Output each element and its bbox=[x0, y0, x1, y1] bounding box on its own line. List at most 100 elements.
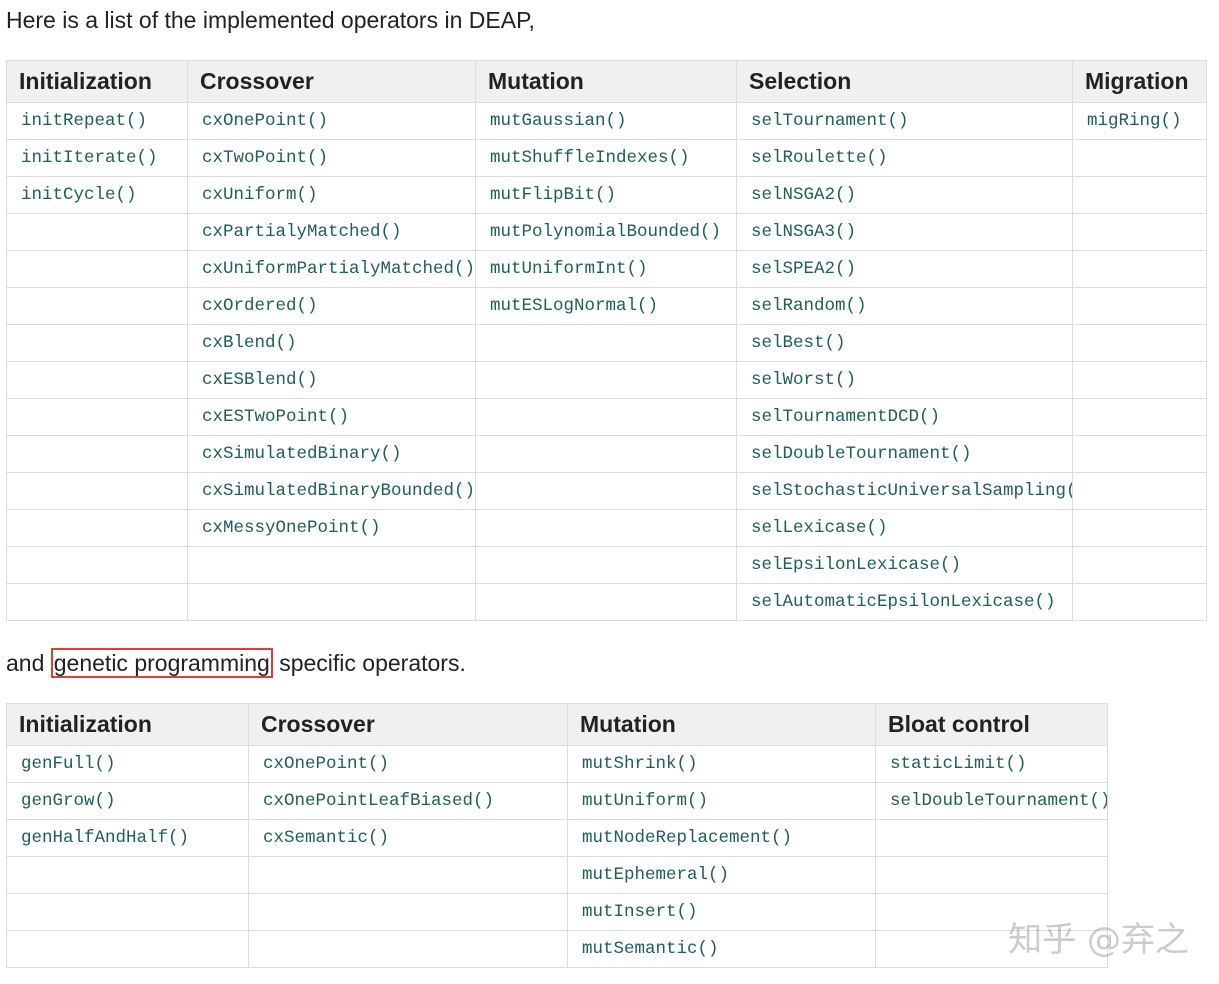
table-row: initRepeat() cxOnePoint() mutGaussian() sel… bbox=[6, 102, 1207, 140]
empty-cell bbox=[1072, 213, 1207, 251]
column-header-bloat-control: Bloat control bbox=[875, 703, 1108, 746]
operator-function-link[interactable]: selAutomaticEpsilonLexicase() bbox=[736, 583, 1073, 621]
empty-cell bbox=[187, 546, 476, 584]
empty-cell bbox=[1072, 287, 1207, 325]
table-row: genHalfAndHalf() cxSemantic() mutNodeRepla… bbox=[6, 819, 1108, 857]
table-row: selEpsilonLexicase() bbox=[6, 546, 1207, 584]
operator-function-link[interactable]: mutPolynomialBounded() bbox=[475, 213, 737, 251]
operator-function-link[interactable]: cxTwoPoint() bbox=[187, 139, 476, 177]
column-header-selection: Selection bbox=[736, 60, 1073, 103]
table-header-row: Initialization Crossover Mutation Select… bbox=[6, 60, 1207, 103]
gp-paragraph: and genetic programming specific operato… bbox=[6, 648, 466, 678]
empty-cell bbox=[248, 856, 568, 894]
operator-function-link[interactable]: cxESBlend() bbox=[187, 361, 476, 399]
empty-cell bbox=[6, 287, 188, 325]
operator-function-link[interactable]: selRandom() bbox=[736, 287, 1073, 325]
operator-function-link[interactable]: initRepeat() bbox=[6, 102, 188, 140]
operator-function-link[interactable]: cxSimulatedBinary() bbox=[187, 435, 476, 473]
operator-function-link[interactable]: mutInsert() bbox=[567, 893, 876, 931]
operator-function-link[interactable]: mutSemantic() bbox=[567, 930, 876, 968]
operator-function-link[interactable]: selStochasticUniversalSampling() bbox=[736, 472, 1073, 510]
operator-function-link[interactable]: selBest() bbox=[736, 324, 1073, 362]
table-row: mutInsert() bbox=[6, 893, 1108, 931]
table-row: genFull() cxOnePoint() mutShrink() staticLi… bbox=[6, 745, 1108, 783]
operator-function-link[interactable]: selNSGA2() bbox=[736, 176, 1073, 214]
operator-function-link[interactable]: selDoubleTournament() bbox=[875, 782, 1108, 820]
operator-function-link[interactable]: mutESLogNormal() bbox=[475, 287, 737, 325]
operator-function-link[interactable]: mutShrink() bbox=[567, 745, 876, 783]
empty-cell bbox=[475, 472, 737, 510]
operator-function-link[interactable]: selEpsilonLexicase() bbox=[736, 546, 1073, 584]
empty-cell bbox=[1072, 361, 1207, 399]
operator-function-link[interactable]: selTournament() bbox=[736, 102, 1073, 140]
operator-function-link[interactable]: selRoulette() bbox=[736, 139, 1073, 177]
operator-function-link[interactable]: cxSimulatedBinaryBounded() bbox=[187, 472, 476, 510]
column-header-migration: Migration bbox=[1072, 60, 1207, 103]
operator-function-link[interactable]: selNSGA3() bbox=[736, 213, 1073, 251]
operator-function-link[interactable]: cxESTwoPoint() bbox=[187, 398, 476, 436]
operator-function-link[interactable]: cxUniform() bbox=[187, 176, 476, 214]
operator-function-link[interactable]: mutFlipBit() bbox=[475, 176, 737, 214]
operator-function-link[interactable]: cxPartialyMatched() bbox=[187, 213, 476, 251]
operator-function-link[interactable]: genFull() bbox=[6, 745, 249, 783]
operator-function-link[interactable]: mutUniformInt() bbox=[475, 250, 737, 288]
empty-cell bbox=[875, 819, 1108, 857]
operator-function-link[interactable]: cxMessyOnePoint() bbox=[187, 509, 476, 547]
table-row: cxSimulatedBinary() selDoubleTournament() bbox=[6, 435, 1207, 473]
operator-function-link[interactable]: selLexicase() bbox=[736, 509, 1073, 547]
intro-paragraph: Here is a list of the implemented operat… bbox=[6, 7, 535, 33]
empty-cell bbox=[187, 583, 476, 621]
operator-function-link[interactable]: initCycle() bbox=[6, 176, 188, 214]
table-row: selAutomaticEpsilonLexicase() bbox=[6, 583, 1207, 621]
operator-function-link[interactable]: genHalfAndHalf() bbox=[6, 819, 249, 857]
empty-cell bbox=[475, 324, 737, 362]
table-header-row: Initialization Crossover Mutation Bloat … bbox=[6, 703, 1108, 746]
operator-function-link[interactable]: cxSemantic() bbox=[248, 819, 568, 857]
operator-function-link[interactable]: cxOrdered() bbox=[187, 287, 476, 325]
operator-function-link[interactable]: cxUniformPartialyMatched() bbox=[187, 250, 476, 288]
empty-cell bbox=[6, 546, 188, 584]
table-row: initIterate() cxTwoPoint() mutShuffleIndex… bbox=[6, 139, 1207, 177]
table-row: cxSimulatedBinaryBounded() selStochasticU… bbox=[6, 472, 1207, 510]
empty-cell bbox=[6, 398, 188, 436]
operator-function-link[interactable]: mutUniform() bbox=[567, 782, 876, 820]
empty-cell bbox=[6, 893, 249, 931]
empty-cell bbox=[475, 583, 737, 621]
operator-function-link[interactable]: cxOnePointLeafBiased() bbox=[248, 782, 568, 820]
operator-function-link[interactable]: selWorst() bbox=[736, 361, 1073, 399]
column-header-mutation: Mutation bbox=[567, 703, 876, 746]
operator-function-link[interactable]: mutShuffleIndexes() bbox=[475, 139, 737, 177]
empty-cell bbox=[475, 509, 737, 547]
empty-cell bbox=[1072, 583, 1207, 621]
empty-cell bbox=[1072, 398, 1207, 436]
operator-function-link[interactable]: initIterate() bbox=[6, 139, 188, 177]
operator-function-link[interactable]: mutNodeReplacement() bbox=[567, 819, 876, 857]
gp-operators-table: Initialization Crossover Mutation Bloat … bbox=[6, 703, 1108, 968]
deap-operators-table-body: initRepeat() cxOnePoint() mutGaussian() sel… bbox=[6, 102, 1207, 621]
column-header-crossover: Crossover bbox=[248, 703, 568, 746]
empty-cell bbox=[6, 930, 249, 968]
empty-cell bbox=[6, 472, 188, 510]
highlighted-phrase: genetic programming bbox=[50, 648, 273, 678]
operator-function-link[interactable]: migRing() bbox=[1072, 102, 1207, 140]
empty-cell bbox=[1072, 546, 1207, 584]
operator-function-link[interactable]: cxOnePoint() bbox=[248, 745, 568, 783]
table-row: mutEphemeral() bbox=[6, 856, 1108, 894]
watermark: 知乎 @弃之 bbox=[1008, 920, 1189, 960]
operator-function-link[interactable]: staticLimit() bbox=[875, 745, 1108, 783]
operator-function-link[interactable]: mutEphemeral() bbox=[567, 856, 876, 894]
empty-cell bbox=[6, 324, 188, 362]
operator-function-link[interactable]: mutGaussian() bbox=[475, 102, 737, 140]
column-header-initialization: Initialization bbox=[6, 703, 249, 746]
empty-cell bbox=[475, 546, 737, 584]
operator-function-link[interactable]: selSPEA2() bbox=[736, 250, 1073, 288]
operator-function-link[interactable]: genGrow() bbox=[6, 782, 249, 820]
empty-cell bbox=[6, 509, 188, 547]
operator-function-link[interactable]: cxBlend() bbox=[187, 324, 476, 362]
operator-function-link[interactable]: selTournamentDCD() bbox=[736, 398, 1073, 436]
table-row: cxMessyOnePoint() selLexicase() bbox=[6, 509, 1207, 547]
empty-cell bbox=[1072, 324, 1207, 362]
empty-cell bbox=[475, 435, 737, 473]
operator-function-link[interactable]: cxOnePoint() bbox=[187, 102, 476, 140]
operator-function-link[interactable]: selDoubleTournament() bbox=[736, 435, 1073, 473]
